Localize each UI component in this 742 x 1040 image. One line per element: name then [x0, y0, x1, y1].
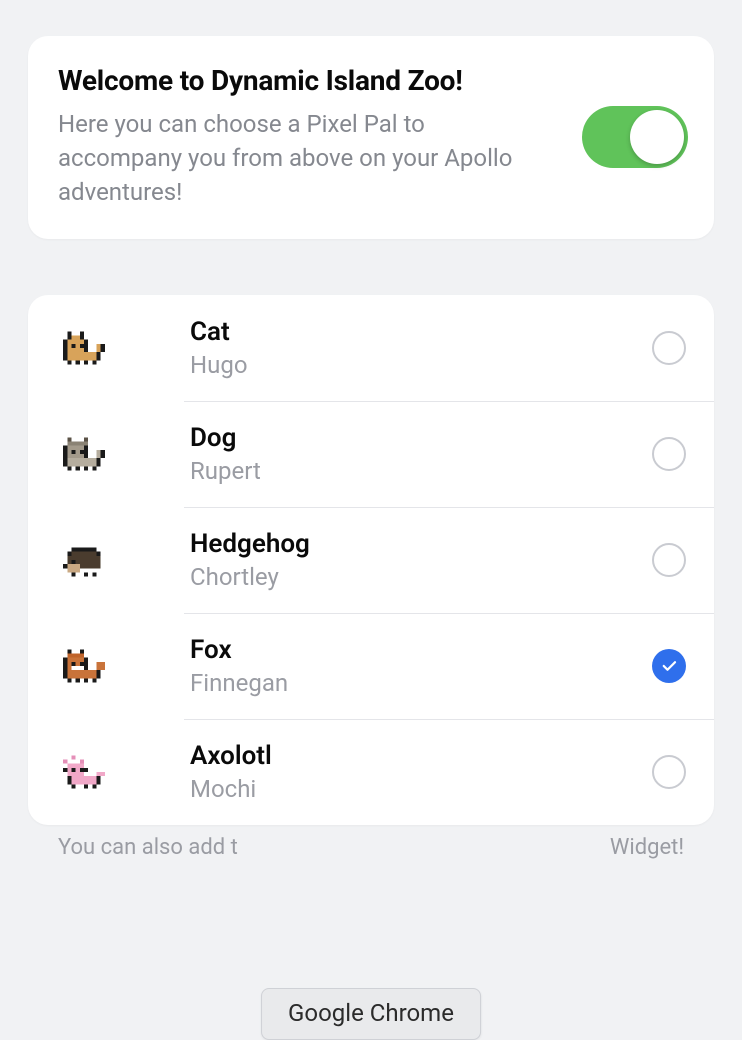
list-item-dog[interactable]: Dog Rupert [28, 401, 714, 507]
axolotl-icon [54, 742, 114, 802]
list-item-name: Mochi [190, 775, 652, 803]
list-item-name: Hugo [190, 351, 652, 379]
list-item-fox[interactable]: Fox Finnegan [28, 613, 714, 719]
welcome-title: Welcome to Dynamic Island Zoo! [58, 64, 562, 97]
list-item-axolotl[interactable]: Axolotl Mochi [28, 719, 714, 825]
footer-hint: You can also add t Widget! [28, 835, 714, 860]
welcome-subtitle: Here you can choose a Pixel Pal to accom… [58, 107, 518, 209]
list-item-name: Rupert [190, 457, 652, 485]
dog-icon [54, 424, 114, 484]
app-switcher-pill[interactable]: Google Chrome [261, 988, 481, 1040]
pixel-pal-list: Cat Hugo [28, 295, 714, 825]
list-item-species: Hedgehog [190, 529, 652, 559]
select-radio[interactable] [652, 437, 686, 471]
enable-toggle[interactable] [582, 106, 688, 168]
list-item-name: Finnegan [190, 669, 652, 697]
select-radio[interactable] [652, 649, 686, 683]
toggle-knob [630, 110, 684, 164]
footer-hint-left: You can also add t [58, 835, 238, 860]
list-item-species: Dog [190, 423, 652, 453]
cat-icon [54, 318, 114, 378]
select-radio[interactable] [652, 755, 686, 789]
list-item-name: Chortley [190, 563, 652, 591]
list-item-cat[interactable]: Cat Hugo [28, 295, 714, 401]
welcome-card: Welcome to Dynamic Island Zoo! Here you … [28, 36, 714, 239]
list-item-hedgehog[interactable]: Hedgehog Chortley [28, 507, 714, 613]
list-item-species: Fox [190, 635, 652, 665]
list-item-species: Axolotl [190, 741, 652, 771]
fox-icon [54, 636, 114, 696]
hedgehog-icon [54, 530, 114, 590]
select-radio[interactable] [652, 331, 686, 365]
list-item-species: Cat [190, 317, 652, 347]
select-radio[interactable] [652, 543, 686, 577]
footer-hint-right: Widget! [610, 835, 684, 860]
